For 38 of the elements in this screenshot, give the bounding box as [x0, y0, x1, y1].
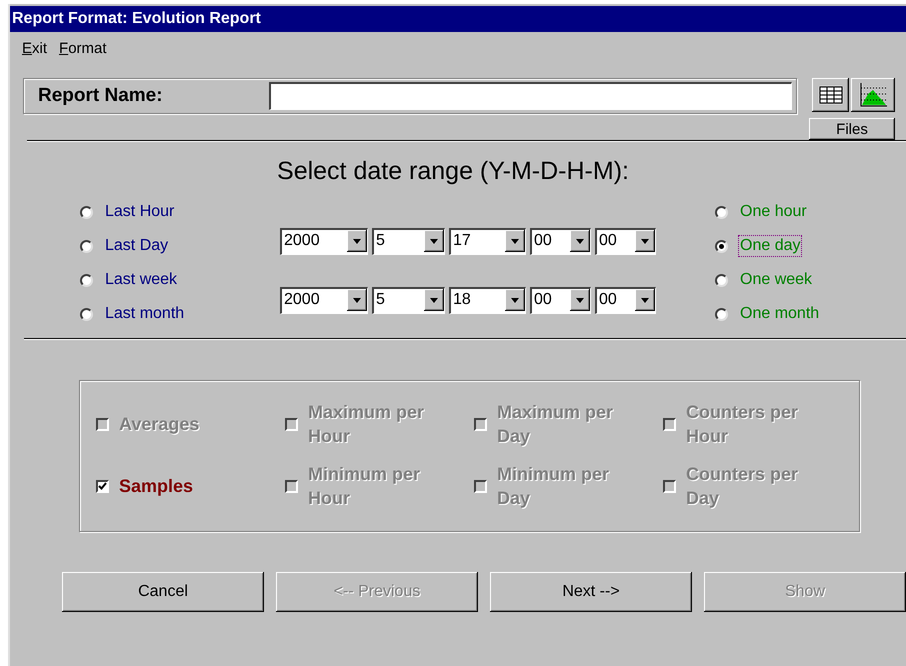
- date-range-heading: Select date range (Y-M-D-H-M):: [276, 157, 630, 186]
- table-icon: [818, 86, 842, 104]
- radio-button[interactable]: [80, 206, 93, 218]
- report-name-field[interactable]: [269, 82, 792, 110]
- radio-button[interactable]: [80, 308, 93, 320]
- radio-button[interactable]: [80, 240, 93, 252]
- chart-view-button[interactable]: [851, 78, 895, 112]
- year-dropdown[interactable]: 2000: [280, 228, 368, 255]
- radio-label[interactable]: Last Hour: [103, 201, 176, 223]
- radio-button[interactable]: [715, 274, 728, 286]
- radio-button[interactable]: [80, 274, 93, 286]
- area-chart-icon: [858, 82, 888, 108]
- hour-dropdown[interactable]: 00: [530, 287, 591, 314]
- radio-button[interactable]: [715, 308, 728, 320]
- menu-item[interactable]: Format: [59, 40, 107, 62]
- option-label[interactable]: Samples: [119, 474, 194, 498]
- checkbox[interactable]: [96, 480, 109, 492]
- day-dropdown[interactable]: 18: [449, 287, 526, 314]
- menu-item[interactable]: Exit: [22, 40, 48, 62]
- year-dropdown[interactable]: 2000: [280, 287, 368, 314]
- minute-dropdown[interactable]: 00: [595, 287, 656, 314]
- hour-dropdown[interactable]: 00: [530, 228, 591, 255]
- day-dropdown[interactable]: 17: [449, 228, 526, 255]
- radio-button[interactable]: [715, 206, 728, 218]
- check-icon: [98, 482, 107, 490]
- report-name-label: Report Name:: [38, 85, 164, 107]
- radio-label[interactable]: Last Day: [103, 235, 170, 257]
- radio-button[interactable]: [715, 240, 728, 252]
- dialog-button[interactable]: Cancel: [62, 572, 264, 612]
- window-title: Report Format: Evolution Report: [10, 6, 906, 32]
- dialog-button[interactable]: Next -->: [490, 572, 692, 612]
- radio-label[interactable]: Last month: [103, 303, 186, 325]
- month-dropdown[interactable]: 5: [372, 287, 445, 314]
- table-view-button[interactable]: [812, 78, 849, 112]
- files-button[interactable]: Files: [809, 118, 895, 140]
- minute-dropdown[interactable]: 00: [595, 228, 656, 255]
- radio-label[interactable]: Last week: [103, 269, 180, 291]
- month-dropdown[interactable]: 5: [372, 228, 445, 255]
